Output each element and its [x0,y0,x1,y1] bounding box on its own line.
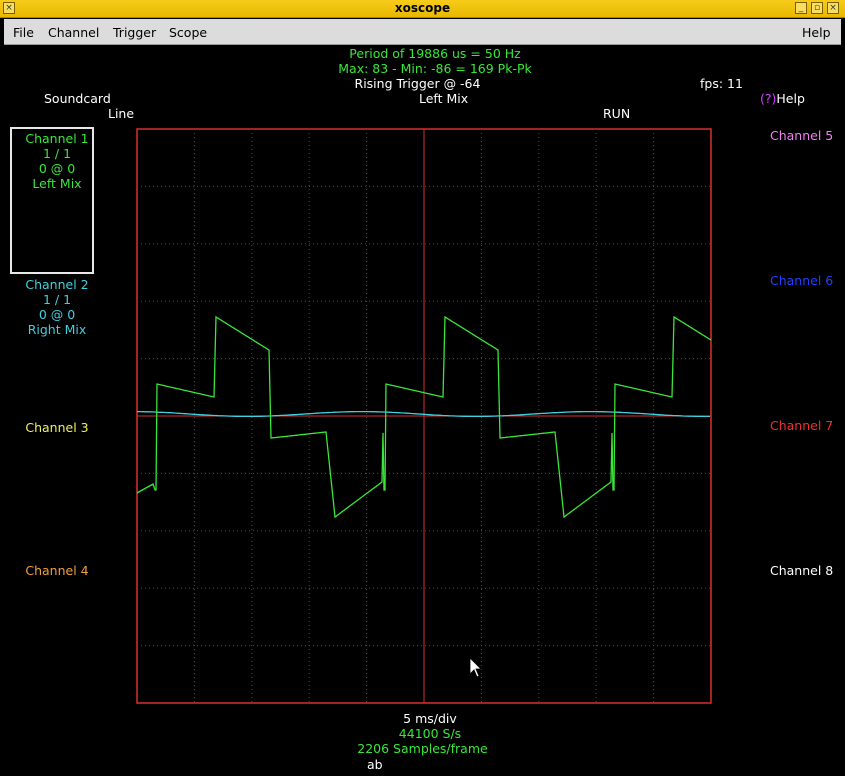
mode-indicator: ab [367,757,383,772]
mouse-cursor-icon [469,657,482,678]
samples-per-frame-readout: 2206 Samples/frame [357,741,488,756]
scope-graticule[interactable] [0,0,845,776]
timebase-readout[interactable]: 5 ms/div [330,711,530,726]
sample-rate-readout: 44100 S/s [398,726,462,741]
